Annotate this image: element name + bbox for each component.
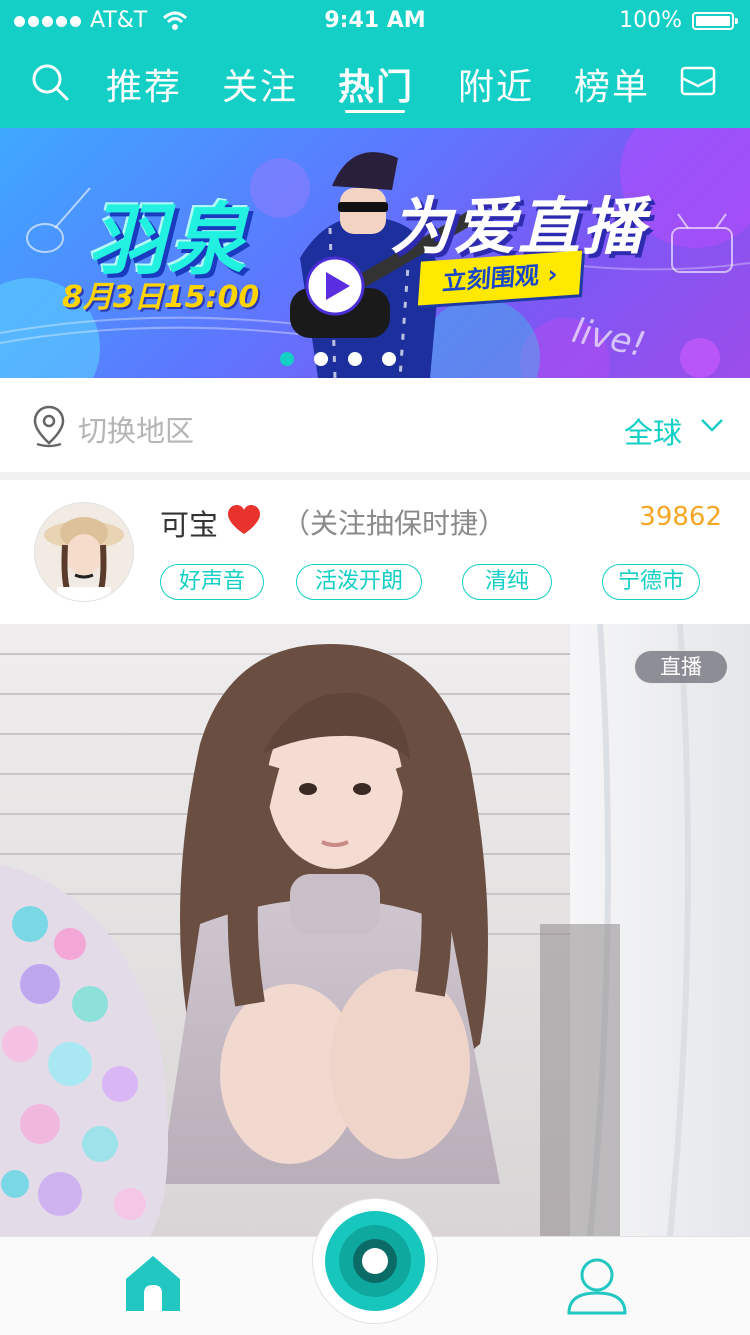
mail-icon[interactable] bbox=[680, 66, 716, 96]
anchor-card[interactable]: 可宝 （关注抽保时捷） 39862 好声音 活泼开朗 清纯 宁德市 bbox=[0, 480, 750, 624]
search-icon[interactable] bbox=[30, 62, 70, 102]
tag-chip[interactable]: 活泼开朗 bbox=[296, 564, 422, 600]
tag-chip[interactable]: 好声音 bbox=[160, 564, 264, 600]
stream-cover-image[interactable]: 直播 bbox=[0, 624, 750, 1236]
profile-icon[interactable] bbox=[566, 1255, 628, 1317]
carousel-dot[interactable] bbox=[382, 352, 396, 366]
tag-chip[interactable]: 清纯 bbox=[462, 564, 552, 600]
header: AT&T 9:41 AM 100% 推荐 关注 热门 附近 榜单 bbox=[0, 0, 750, 128]
anchor-remark: （关注抽保时捷） bbox=[282, 507, 507, 540]
record-button[interactable] bbox=[312, 1198, 438, 1324]
region-selector[interactable]: 全球 bbox=[624, 410, 682, 452]
location-bar[interactable]: 切换地区 全球 bbox=[0, 378, 750, 472]
carousel-indicator[interactable] bbox=[280, 352, 396, 366]
tab-nearby[interactable]: 附近 bbox=[458, 58, 534, 110]
tab-recommend[interactable]: 推荐 bbox=[106, 58, 182, 110]
promo-banner[interactable]: 羽泉 8月3日15:00 为爱直播 立刻围观 › live! bbox=[0, 128, 750, 378]
battery-percentage: 100% bbox=[619, 8, 682, 33]
heart-icon bbox=[228, 505, 260, 534]
carousel-dot[interactable] bbox=[280, 352, 294, 366]
location-pin-icon bbox=[33, 405, 65, 448]
record-icon bbox=[325, 1211, 425, 1311]
active-tab-indicator bbox=[345, 110, 405, 113]
section-divider bbox=[0, 472, 750, 480]
tag-chip[interactable]: 宁德市 bbox=[602, 564, 700, 600]
anchor-name[interactable]: 可宝 bbox=[160, 502, 218, 544]
tab-hot[interactable]: 热门 bbox=[338, 58, 414, 110]
viewer-count: 39862 bbox=[639, 502, 722, 532]
status-bar: AT&T 9:41 AM 100% bbox=[0, 0, 750, 44]
tab-following[interactable]: 关注 bbox=[222, 58, 298, 110]
top-nav: 推荐 关注 热门 附近 榜单 bbox=[0, 44, 750, 128]
home-icon[interactable] bbox=[122, 1253, 184, 1313]
avatar[interactable] bbox=[34, 502, 134, 602]
banner-date: 8月3日15:00 bbox=[62, 280, 260, 315]
battery-icon bbox=[692, 12, 738, 30]
live-badge: 直播 bbox=[634, 650, 728, 684]
banner-cta-label: 立刻围观 bbox=[441, 261, 541, 296]
tab-ranking[interactable]: 榜单 bbox=[574, 58, 650, 110]
cover-photo bbox=[0, 624, 750, 1236]
location-placeholder[interactable]: 切换地区 bbox=[78, 408, 194, 450]
carousel-dot[interactable] bbox=[348, 352, 362, 366]
chevron-down-icon[interactable] bbox=[700, 418, 724, 434]
carousel-dot[interactable] bbox=[314, 352, 328, 366]
banner-title-right: 为爱直播 bbox=[390, 190, 647, 263]
